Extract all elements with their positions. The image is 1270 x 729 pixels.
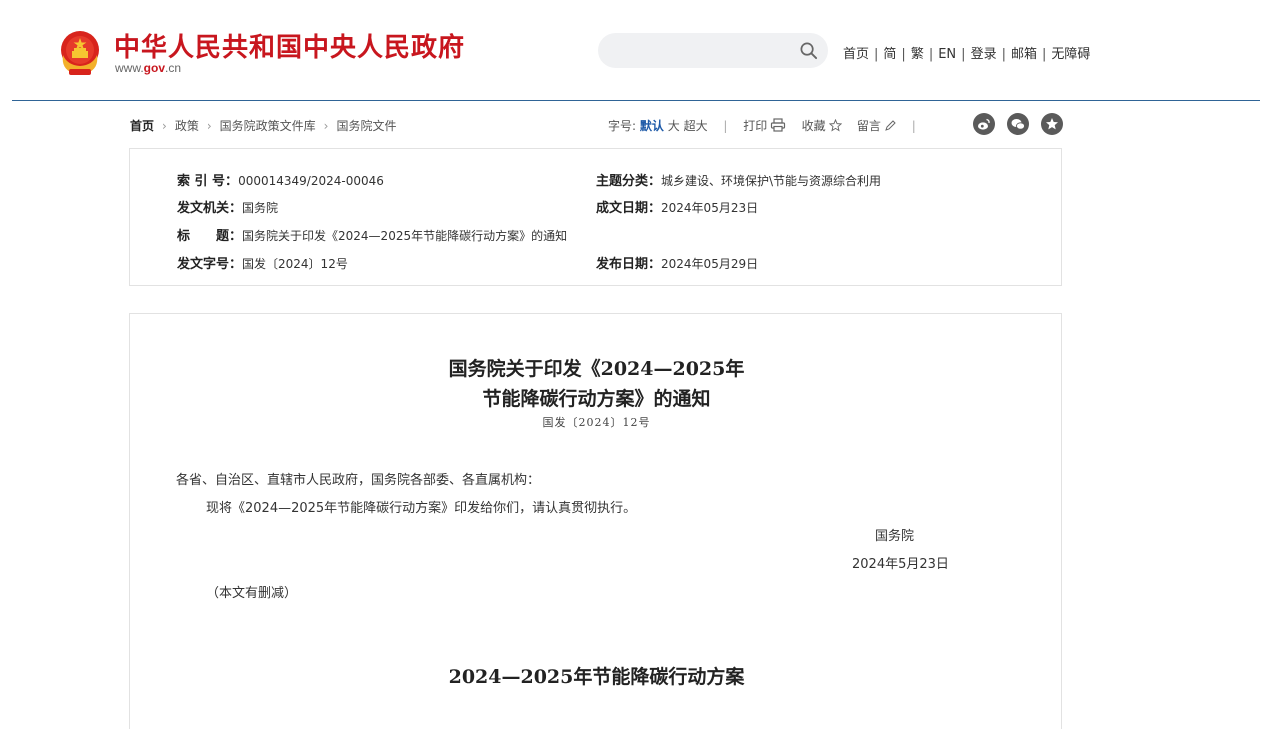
favorite-label: 收藏 bbox=[801, 119, 826, 133]
header-divider bbox=[12, 100, 1260, 101]
nav-home-link[interactable]: 首页 bbox=[843, 47, 869, 62]
meta-category-label: 主题分类： bbox=[596, 174, 662, 189]
article-signature: 国务院 bbox=[875, 529, 915, 544]
print-label: 打印 bbox=[743, 119, 768, 133]
font-size-large[interactable]: 大 bbox=[668, 119, 680, 133]
article-title-line-2: 节能降碳行动方案》的通知 bbox=[482, 388, 711, 410]
meta-docno-value: 国发〔2024〕12号 bbox=[242, 257, 348, 271]
nav-english-link[interactable]: EN bbox=[938, 47, 956, 62]
article-body: 国务院关于印发《2024—2025年 节能降碳行动方案》的通知 国发〔2024〕… bbox=[129, 313, 1062, 729]
meta-doc-number: 发文字号：国发〔2024〕12号 bbox=[177, 253, 348, 272]
breadcrumb-state-council-docs[interactable]: 国务院文件 bbox=[336, 119, 396, 133]
breadcrumb-policy-library[interactable]: 国务院政策文件库 bbox=[220, 119, 316, 133]
meta-published-value: 2024年05月29日 bbox=[661, 257, 759, 271]
meta-issuer-value: 国务院 bbox=[242, 201, 279, 215]
meta-published-label: 发布日期： bbox=[596, 257, 662, 272]
meta-title: 标 题：国务院关于印发《2024—2025年节能降碳行动方案》的通知 bbox=[177, 225, 567, 244]
url-prefix: www. bbox=[115, 61, 144, 75]
article-doc-number: 国发〔2024〕12号 bbox=[542, 416, 651, 429]
meta-published-date: 发布日期：2024年05月29日 bbox=[596, 253, 758, 272]
article-tools: 字号: 默认 大 超大 | 打印 收藏 留言 | bbox=[608, 118, 916, 133]
breadcrumb-home[interactable]: 首页 bbox=[130, 119, 154, 133]
chevron-right-icon: › bbox=[206, 119, 212, 133]
meta-written-date: 成文日期：2024年05月23日 bbox=[596, 197, 758, 216]
meta-docno-label: 发文字号： bbox=[177, 257, 243, 272]
favorite-button[interactable]: 收藏 bbox=[801, 118, 842, 133]
font-size-label: 字号: bbox=[608, 119, 637, 133]
breadcrumb: 首页 › 政策 › 国务院政策文件库 › 国务院文件 bbox=[130, 117, 397, 134]
font-size-default[interactable]: 默认 bbox=[640, 119, 664, 133]
article-salutation: 各省、自治区、直辖市人民政府，国务院各部委、各直属机构： bbox=[176, 473, 541, 488]
search-icon[interactable] bbox=[799, 41, 818, 60]
meta-title-label: 标 题： bbox=[177, 229, 243, 244]
wechat-icon[interactable] bbox=[1007, 113, 1029, 135]
meta-written-label: 成文日期： bbox=[596, 201, 662, 216]
site-url[interactable]: www.gov.cn bbox=[115, 61, 181, 75]
print-button[interactable]: 打印 bbox=[743, 118, 786, 133]
document-metadata: 索 引 号：000014349/2024-00046 主题分类：城乡建设、环境保… bbox=[129, 148, 1062, 286]
article-paragraph: 现将《2024—2025年节能降碳行动方案》印发给你们，请认真贯彻执行。 bbox=[206, 501, 637, 516]
site-title[interactable]: 中华人民共和国中央人民政府 bbox=[114, 27, 465, 64]
breadcrumb-policy[interactable]: 政策 bbox=[175, 119, 199, 133]
url-domain: gov bbox=[143, 61, 166, 75]
nav-accessibility-link[interactable]: 无障碍 bbox=[1051, 47, 1090, 62]
printer-icon bbox=[771, 118, 786, 132]
comment-button[interactable]: 留言 bbox=[857, 119, 896, 133]
url-suffix: .cn bbox=[165, 61, 182, 75]
site-header: 中华人民共和国中央人民政府 www.gov.cn 首页 | 简 | 繁 | EN | 登录 | 邮箱… bbox=[0, 0, 1270, 101]
meta-written-value: 2024年05月23日 bbox=[661, 201, 759, 215]
meta-index-value: 000014349/2024-00046 bbox=[238, 174, 384, 188]
meta-title-value: 国务院关于印发《2024—2025年节能降碳行动方案》的通知 bbox=[242, 229, 568, 243]
meta-category: 主题分类：城乡建设、环境保护\节能与资源综合利用 bbox=[596, 170, 881, 189]
nav-login-link[interactable]: 登录 bbox=[971, 47, 997, 62]
favorite-star-icon[interactable] bbox=[1041, 113, 1063, 135]
meta-index: 索 引 号：000014349/2024-00046 bbox=[177, 170, 384, 189]
article-section-title: 2024—2025年节能降碳行动方案 bbox=[448, 666, 745, 688]
comment-label: 留言 bbox=[856, 119, 881, 133]
article-date: 2024年5月23日 bbox=[852, 557, 949, 572]
meta-index-label: 索 引 号： bbox=[177, 174, 239, 189]
star-icon bbox=[828, 118, 842, 132]
nav-simplified-link[interactable]: 简 bbox=[883, 47, 896, 62]
font-size-xlarge[interactable]: 超大 bbox=[684, 119, 708, 133]
top-nav: 首页 | 简 | 繁 | EN | 登录 | 邮箱 | 无障碍 bbox=[843, 47, 1091, 62]
meta-issuer: 发文机关：国务院 bbox=[177, 197, 278, 216]
article-title-line-1: 国务院关于印发《2024—2025年 bbox=[448, 358, 745, 380]
chevron-right-icon: › bbox=[162, 119, 167, 133]
chevron-right-icon: › bbox=[323, 119, 329, 133]
meta-category-value: 城乡建设、环境保护\节能与资源综合利用 bbox=[661, 174, 882, 188]
search-input[interactable] bbox=[598, 33, 828, 68]
nav-mail-link[interactable]: 邮箱 bbox=[1011, 47, 1037, 62]
national-emblem-icon[interactable] bbox=[57, 29, 103, 77]
pencil-icon bbox=[885, 120, 896, 131]
nav-traditional-link[interactable]: 繁 bbox=[911, 47, 924, 62]
article-note: （本文有删减） bbox=[206, 586, 298, 601]
meta-issuer-label: 发文机关： bbox=[177, 201, 243, 216]
weibo-icon[interactable] bbox=[973, 113, 995, 135]
